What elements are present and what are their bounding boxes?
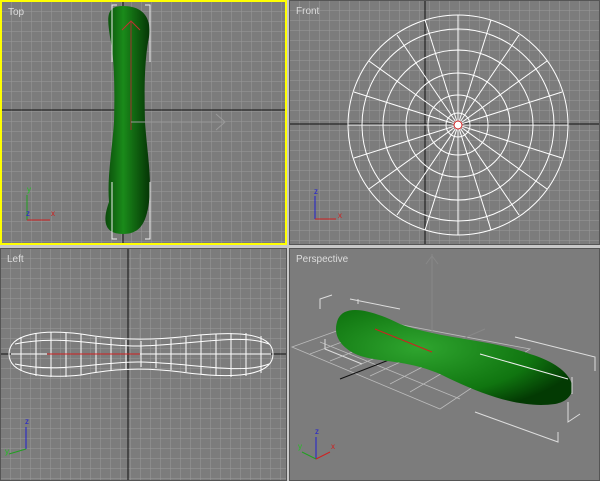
viewport-label-top[interactable]: Top [8,7,24,18]
axis-label-x: x [51,209,55,218]
viewport-front[interactable]: Front z x [289,0,600,245]
top-view-canvas [2,2,285,243]
viewport-label-left[interactable]: Left [7,254,24,265]
viewport-left[interactable]: Left z y [0,248,287,481]
perspective-view-canvas [290,254,596,460]
axis-label-y: y [5,447,9,456]
axis-label-y: y [27,185,31,194]
left-view-canvas [1,249,286,480]
axis-label-y: y [298,442,302,451]
viewport-label-front[interactable]: Front [296,6,319,17]
front-view-canvas [290,1,599,244]
capsule-object [335,309,573,405]
axis-label-z: z [314,187,318,196]
axis-label-x: x [338,211,342,220]
axis-label-z: z [315,427,319,436]
viewport-perspective[interactable]: Perspective z y x [289,248,600,481]
axis-label-z: z [26,209,30,218]
axis-label-x: x [331,442,335,451]
axis-label-z: z [25,417,29,426]
viewport-top[interactable]: Top y z x [0,0,287,245]
viewport-label-perspective[interactable]: Perspective [296,254,348,265]
